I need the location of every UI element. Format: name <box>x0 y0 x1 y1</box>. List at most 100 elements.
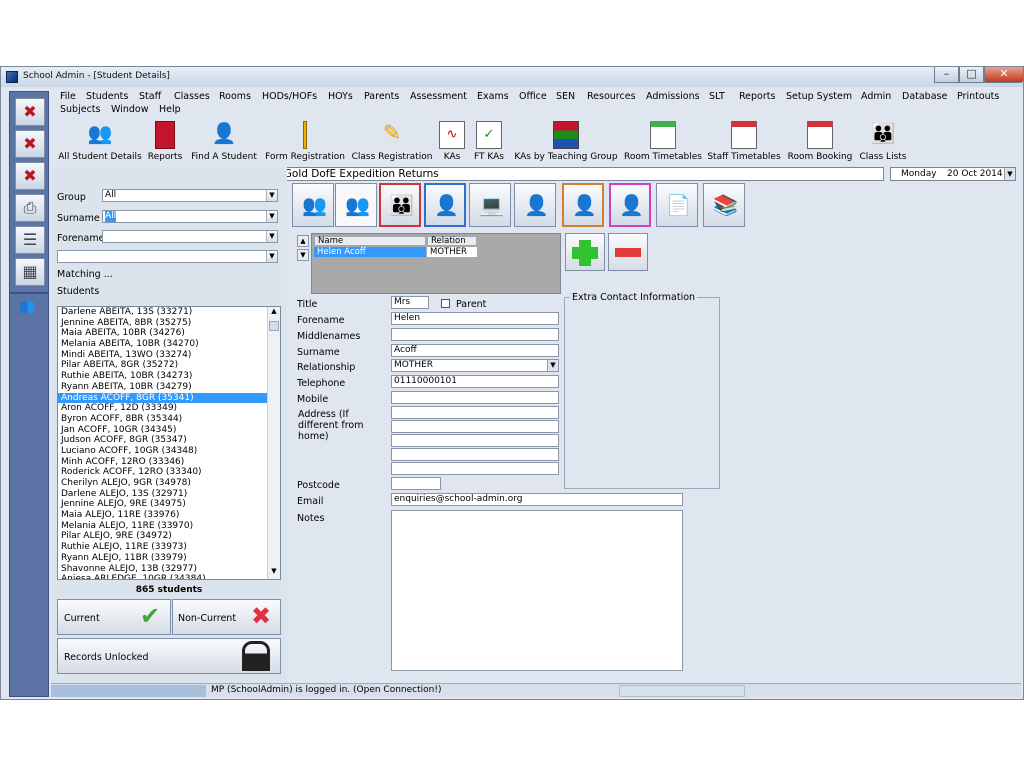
menu-admin[interactable]: Admin <box>861 91 891 102</box>
toolbar-room-timetables[interactable]: Room Timetables <box>623 119 703 165</box>
close-button[interactable]: ✕ <box>984 67 1024 83</box>
student-list-item[interactable]: Ryann ABEITA, 10BR (34279) <box>58 382 267 393</box>
date-picker[interactable]: Monday 20 Oct 2014 ▼ <box>890 167 1016 181</box>
records-lock-button[interactable]: Records Unlocked <box>57 638 281 674</box>
tab-history-icon[interactable]: 👤 <box>562 183 604 227</box>
menu-rooms[interactable]: Rooms <box>219 91 251 102</box>
menu-database[interactable]: Database <box>902 91 947 102</box>
scroll-down-icon[interactable]: ▼ <box>268 567 280 579</box>
contact-name-cell[interactable]: Helen Acoff <box>314 247 426 257</box>
menu-admissions[interactable]: Admissions <box>646 91 700 102</box>
menu-sen[interactable]: SEN <box>556 91 575 102</box>
extra-filter-select[interactable]: ▼ <box>57 250 278 263</box>
scroll-thumb[interactable] <box>269 321 279 331</box>
chevron-down-icon[interactable]: ▼ <box>547 360 558 371</box>
grid-up-icon[interactable]: ▲ <box>297 235 309 247</box>
menu-exams[interactable]: Exams <box>477 91 509 102</box>
relationship-select[interactable]: MOTHER ▼ <box>391 359 559 372</box>
student-list[interactable]: Darlene ABEITA, 13S (33271) Jennine ABEIT… <box>57 306 281 580</box>
address-line-3[interactable] <box>391 434 559 447</box>
postcode-field[interactable] <box>391 477 441 490</box>
student-list-item[interactable]: Maia ABEITA, 10BR (34276) <box>58 328 267 339</box>
address-line-5[interactable] <box>391 462 559 475</box>
menu-help[interactable]: Help <box>159 104 181 115</box>
grid-icon[interactable]: ▦ <box>15 258 45 286</box>
student-list-item[interactable]: Roderick ACOFF, 12RO (33340) <box>58 467 267 478</box>
toolbar-ft-kas[interactable]: ✓ FT KAs <box>469 119 509 165</box>
notes-textarea[interactable] <box>391 510 683 671</box>
surname-field[interactable]: Acoff <box>391 344 559 357</box>
delete-icon[interactable]: ✖ <box>15 162 45 190</box>
middlenames-field[interactable] <box>391 328 559 341</box>
student-list-item[interactable]: Aniesa ARLEDGE, 10GR (34384) <box>58 574 267 579</box>
current-button[interactable]: Current ✔ <box>57 599 171 635</box>
menu-assessment[interactable]: Assessment <box>410 91 467 102</box>
list-icon[interactable]: ☰ <box>15 226 45 254</box>
title-field[interactable]: Mrs <box>391 296 429 309</box>
toolbar-kas[interactable]: ∿ KAs <box>437 119 467 165</box>
student-list-item[interactable]: Jan ACOFF, 10GR (34345) <box>58 425 267 436</box>
tab-medical-icon[interactable]: 👤 <box>514 183 556 227</box>
tab-contacts-icon[interactable]: 👥 <box>335 183 377 227</box>
tab-notes-icon[interactable]: 👤 <box>609 183 651 227</box>
tab-laptop-icon[interactable]: 💻 <box>469 183 511 227</box>
remove-contact-button[interactable] <box>608 233 648 271</box>
student-list-item[interactable]: Ryann ALEJO, 11BR (33979) <box>58 553 267 564</box>
menu-window[interactable]: Window <box>111 104 148 115</box>
mobile-field[interactable] <box>391 391 559 404</box>
grid-header-relation[interactable]: Relation <box>427 236 477 246</box>
student-list-item[interactable]: Melania ABEITA, 10BR (34270) <box>58 339 267 350</box>
chevron-down-icon[interactable]: ▼ <box>266 190 277 201</box>
menu-hoys[interactable]: HOYs <box>328 91 353 102</box>
surname-select[interactable]: All ▼ <box>102 210 278 223</box>
email-field[interactable]: enquiries@school-admin.org <box>391 493 683 506</box>
menu-subjects[interactable]: Subjects <box>60 104 100 115</box>
address-line-2[interactable] <box>391 420 559 433</box>
forename-select[interactable]: ▼ <box>102 230 278 243</box>
tab-books-icon[interactable]: 📚 <box>703 183 745 227</box>
menu-reports[interactable]: Reports <box>739 91 775 102</box>
student-list-item[interactable]: Pilar ALEJO, 9RE (34972) <box>58 531 267 542</box>
student-list-item[interactable]: Aron ACOFF, 12D (33349) <box>58 403 267 414</box>
student-list-item[interactable]: Maia ALEJO, 11RE (33976) <box>58 510 267 521</box>
student-list-item[interactable]: Cherilyn ALEJO, 9GR (34978) <box>58 478 267 489</box>
chevron-down-icon[interactable]: ▼ <box>266 251 277 262</box>
print-icon[interactable]: ⎙ <box>15 194 45 222</box>
toolbar-staff-timetables[interactable]: Staff Timetables <box>705 119 783 165</box>
grid-header-name[interactable]: Name <box>314 236 426 246</box>
toolbar-reports[interactable]: Reports <box>145 119 185 165</box>
menu-resources[interactable]: Resources <box>587 91 636 102</box>
contacts-grid[interactable]: Name Relation Helen Acoff MOTHER <box>311 233 561 294</box>
tab-document-icon[interactable]: 📄 <box>656 183 698 227</box>
close-form-icon[interactable]: ✖ <box>15 98 45 126</box>
menu-classes[interactable]: Classes <box>174 91 210 102</box>
menu-students[interactable]: Students <box>86 91 128 102</box>
chevron-down-icon[interactable]: ▼ <box>266 211 277 222</box>
non-current-button[interactable]: Non-Current ✖ <box>172 599 281 635</box>
chevron-down-icon[interactable]: ▼ <box>266 231 277 242</box>
toolbar-kas-by-teaching-group[interactable]: KAs by Teaching Group <box>511 119 621 165</box>
toolbar-form-registration[interactable]: Form Registration <box>263 119 347 165</box>
tab-student-icon[interactable]: 👥 <box>292 183 334 227</box>
toolbar-class-registration[interactable]: ✎ Class Registration <box>349 119 435 165</box>
student-list-item[interactable]: Luciano ACOFF, 10GR (34348) <box>58 446 267 457</box>
address-line-4[interactable] <box>391 448 559 461</box>
add-contact-button[interactable] <box>565 233 605 271</box>
tab-photo-icon[interactable]: 👤 <box>424 183 466 227</box>
student-list-item[interactable]: Andreas ACOFF, 8GR (35341) <box>58 392 267 404</box>
student-list-item[interactable]: Minh ACOFF, 12RO (33346) <box>58 457 267 468</box>
forename-field[interactable]: Helen <box>391 312 559 325</box>
student-list-item[interactable]: Darlene ABEITA, 13S (33271) <box>58 307 267 318</box>
scroll-up-icon[interactable]: ▲ <box>268 307 280 319</box>
contact-relation-cell[interactable]: MOTHER <box>427 247 477 257</box>
student-list-item[interactable]: Judson ACOFF, 8GR (35347) <box>58 435 267 446</box>
menu-slt[interactable]: SLT <box>709 91 725 102</box>
grid-down-icon[interactable]: ▼ <box>297 249 309 261</box>
parent-checkbox[interactable] <box>441 299 450 308</box>
student-list-item[interactable]: Jennine ALEJO, 9RE (34975) <box>58 499 267 510</box>
menu-parents[interactable]: Parents <box>364 91 399 102</box>
student-list-item[interactable]: Jennine ABEITA, 8BR (35275) <box>58 318 267 329</box>
toolbar-find-a-student[interactable]: 👤 Find A Student <box>187 119 261 165</box>
students-window-icon[interactable]: 👥 <box>19 299 39 315</box>
student-list-item[interactable]: Melania ALEJO, 11RE (33970) <box>58 521 267 532</box>
